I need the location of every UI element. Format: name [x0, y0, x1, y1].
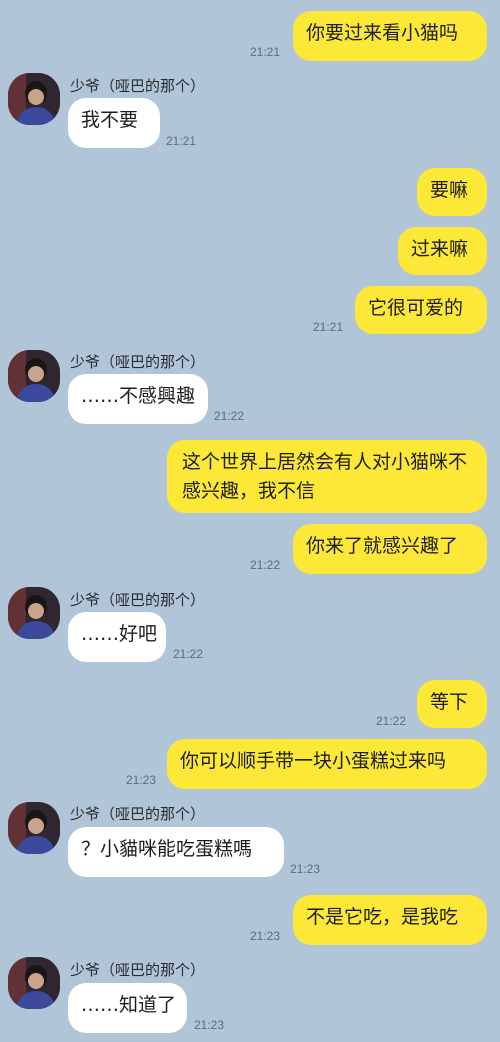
message-bubble-received[interactable]: ？小貓咪能吃蛋糕嗎 — [68, 827, 284, 877]
contact-name: 少爷（哑巴的那个） — [70, 591, 206, 609]
contact-name: 少爷（哑巴的那个） — [70, 961, 206, 979]
contact-avatar[interactable] — [8, 73, 60, 125]
message-bubble-sent[interactable]: 你可以顺手带一块小蛋糕过来吗 — [167, 739, 487, 789]
message-time: 21:23 — [290, 862, 321, 876]
contact-name: 少爷（哑巴的那个） — [70, 353, 206, 371]
message-time: 21:21 — [166, 134, 197, 148]
avatar-photo-icon — [8, 73, 60, 125]
message-bubble-sent[interactable]: 等下 — [417, 680, 487, 728]
contact-avatar[interactable] — [8, 587, 60, 639]
contact-name: 少爷（哑巴的那个） — [70, 77, 206, 95]
chat-area: 你要过来看小猫吗 21:21 少爷（哑巴的那个） 我不要 21:21 要嘛 过来… — [0, 0, 500, 1042]
message-bubble-received[interactable]: 我不要 — [68, 98, 160, 148]
message-bubble-received[interactable]: ……知道了 — [68, 983, 187, 1033]
contact-avatar[interactable] — [8, 957, 60, 1009]
message-bubble-sent[interactable]: 这个世界上居然会有人对小猫咪不感兴趣，我不信 — [167, 440, 487, 513]
contact-avatar[interactable] — [8, 802, 60, 854]
message-time: 21:21 — [313, 320, 344, 334]
message-bubble-received[interactable]: ……不感興趣 — [68, 374, 208, 424]
message-time: 21:23 — [194, 1018, 225, 1032]
avatar-photo-icon — [8, 350, 60, 402]
message-bubble-sent[interactable]: 它很可爱的 — [355, 286, 487, 334]
avatar-photo-icon — [8, 587, 60, 639]
message-time: 21:23 — [126, 773, 157, 787]
message-time: 21:22 — [214, 409, 245, 423]
message-time: 21:23 — [250, 929, 281, 943]
avatar-photo-icon — [8, 957, 60, 1009]
message-time: 21:21 — [250, 45, 281, 59]
message-bubble-sent[interactable]: 你要过来看小猫吗 — [293, 11, 487, 61]
message-time: 21:22 — [250, 558, 281, 572]
message-time: 21:22 — [173, 647, 204, 661]
message-bubble-received[interactable]: ……好吧 — [68, 612, 166, 662]
avatar-photo-icon — [8, 802, 60, 854]
message-bubble-sent[interactable]: 不是它吃，是我吃 — [293, 895, 487, 945]
message-bubble-sent[interactable]: 过来嘛 — [398, 227, 487, 275]
contact-avatar[interactable] — [8, 350, 60, 402]
message-bubble-sent[interactable]: 你来了就感兴趣了 — [293, 524, 487, 574]
message-time: 21:22 — [376, 714, 407, 728]
message-bubble-sent[interactable]: 要嘛 — [417, 168, 487, 216]
contact-name: 少爷（哑巴的那个） — [70, 805, 206, 823]
